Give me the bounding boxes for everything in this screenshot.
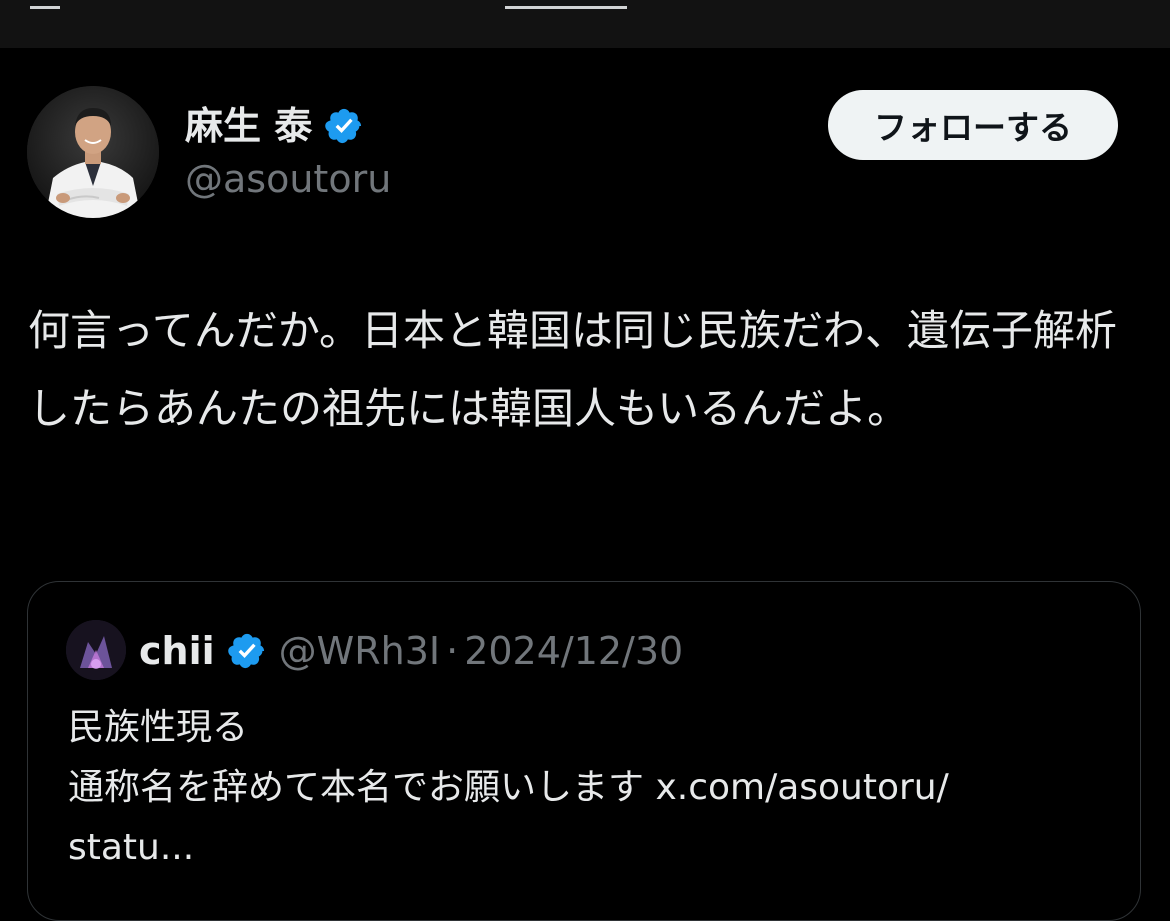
quoted-author-handle[interactable]: @WRh3I bbox=[279, 626, 440, 676]
follow-button[interactable]: フォローする bbox=[828, 90, 1118, 160]
quoted-post-meta: chii @WRh3I · 2024/12/30 bbox=[139, 626, 683, 676]
post-body-text: 何言ってんだか。日本と韓国は同じ民族だわ、遺伝子解析したらあんたの祖先には韓国人… bbox=[28, 306, 1118, 433]
verified-badge-icon[interactable] bbox=[227, 631, 267, 671]
verified-badge-icon[interactable] bbox=[324, 106, 364, 146]
quoted-post-line[interactable]: statu... bbox=[68, 818, 1108, 878]
quoted-author-avatar[interactable] bbox=[66, 620, 126, 680]
quoted-post-date[interactable]: 2024/12/30 bbox=[464, 626, 683, 676]
quoted-post-text: 民族性現る通称名を辞めて本名でお願いします x.com/asoutoru/sta… bbox=[68, 698, 1108, 878]
back-arrow-icon[interactable] bbox=[30, 0, 60, 9]
author-display-name[interactable]: 麻生 泰 bbox=[185, 102, 312, 150]
quoted-post-card[interactable]: chii @WRh3I · 2024/12/30 民族性現る通称名を辞めて本名で… bbox=[27, 581, 1141, 921]
author-handle[interactable]: @asoutoru bbox=[185, 154, 391, 204]
author-display-name-row[interactable]: 麻生 泰 bbox=[185, 102, 364, 150]
top-navigation-bar bbox=[0, 0, 1170, 48]
header-title bbox=[505, 0, 627, 9]
author-avatar[interactable] bbox=[27, 86, 159, 218]
quoted-post-line[interactable]: 通称名を辞めて本名でお願いします x.com/asoutoru/ bbox=[68, 758, 1108, 818]
meta-separator: · bbox=[446, 629, 459, 673]
quoted-author-display-name[interactable]: chii bbox=[139, 626, 215, 676]
quoted-post-line: 民族性現る bbox=[68, 707, 249, 748]
